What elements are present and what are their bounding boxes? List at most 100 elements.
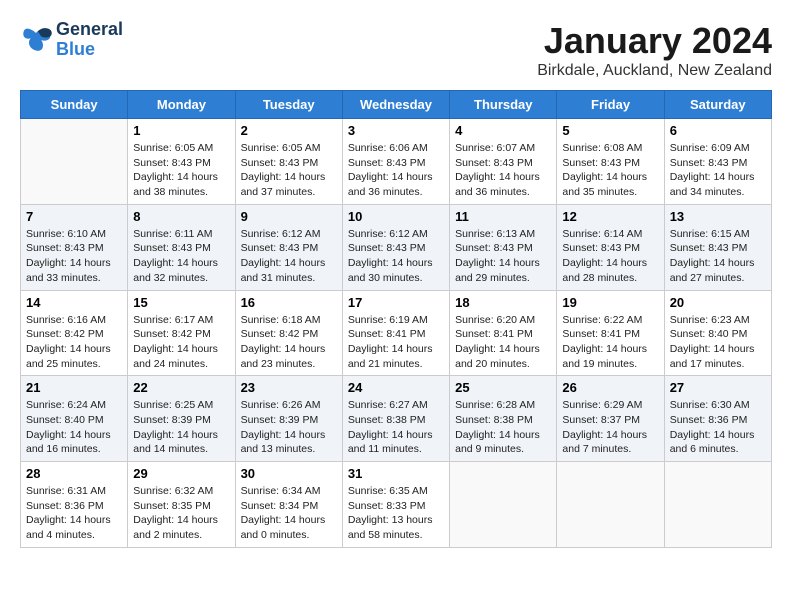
calendar-day-cell: 14 Sunrise: 6:16 AM Sunset: 8:42 PM Dayli… xyxy=(21,290,128,376)
day-number: 22 xyxy=(133,380,229,395)
day-number: 4 xyxy=(455,123,551,138)
day-number: 14 xyxy=(26,295,122,310)
day-info: Sunrise: 6:19 AM Sunset: 8:41 PM Dayligh… xyxy=(348,313,444,372)
day-info: Sunrise: 6:16 AM Sunset: 8:42 PM Dayligh… xyxy=(26,313,122,372)
calendar-day-cell: 10 Sunrise: 6:12 AM Sunset: 8:43 PM Dayli… xyxy=(342,204,449,290)
day-number: 6 xyxy=(670,123,766,138)
day-number: 3 xyxy=(348,123,444,138)
calendar-day-cell: 6Sunrise: 6:09 AM Sunset: 8:43 PM Daylig… xyxy=(664,119,771,205)
calendar-day-cell: 19 Sunrise: 6:22 AM Sunset: 8:41 PM Dayli… xyxy=(557,290,664,376)
day-number: 19 xyxy=(562,295,658,310)
day-info: Sunrise: 6:10 AM Sunset: 8:43 PM Dayligh… xyxy=(26,227,122,286)
day-number: 31 xyxy=(348,466,444,481)
day-info: Sunrise: 6:12 AM Sunset: 8:43 PM Dayligh… xyxy=(348,227,444,286)
calendar-day-cell: 22Sunrise: 6:25 AM Sunset: 8:39 PM Dayli… xyxy=(128,376,235,462)
calendar-day-cell: 9Sunrise: 6:12 AM Sunset: 8:43 PM Daylig… xyxy=(235,204,342,290)
calendar-day-cell xyxy=(21,119,128,205)
day-info: Sunrise: 6:34 AM Sunset: 8:34 PM Dayligh… xyxy=(241,484,337,543)
day-info: Sunrise: 6:28 AM Sunset: 8:38 PM Dayligh… xyxy=(455,398,551,457)
calendar-day-cell: 1 Sunrise: 6:05 AM Sunset: 8:43 PM Daylig… xyxy=(128,119,235,205)
calendar-day-cell xyxy=(557,462,664,548)
calendar-day-cell: 26Sunrise: 6:29 AM Sunset: 8:37 PM Dayli… xyxy=(557,376,664,462)
day-number: 1 xyxy=(133,123,229,138)
calendar-day-cell: 11 Sunrise: 6:13 AM Sunset: 8:43 PM Dayli… xyxy=(450,204,557,290)
location: Birkdale, Auckland, New Zealand xyxy=(537,62,772,80)
day-info: Sunrise: 6:05 AM Sunset: 8:43 PM Dayligh… xyxy=(133,141,229,200)
calendar-day-cell: 3 Sunrise: 6:06 AM Sunset: 8:43 PM Daylig… xyxy=(342,119,449,205)
day-info: Sunrise: 6:13 AM Sunset: 8:43 PM Dayligh… xyxy=(455,227,551,286)
day-number: 8 xyxy=(133,209,229,224)
day-number: 12 xyxy=(562,209,658,224)
day-info: Sunrise: 6:08 AM Sunset: 8:43 PM Dayligh… xyxy=(562,141,658,200)
title-block: January 2024 Birkdale, Auckland, New Zea… xyxy=(537,20,772,80)
day-info: Sunrise: 6:05 AM Sunset: 8:43 PM Dayligh… xyxy=(241,141,337,200)
calendar-day-cell: 7 Sunrise: 6:10 AM Sunset: 8:43 PM Daylig… xyxy=(21,204,128,290)
calendar-day-cell: 5Sunrise: 6:08 AM Sunset: 8:43 PM Daylig… xyxy=(557,119,664,205)
day-number: 16 xyxy=(241,295,337,310)
calendar-day-cell: 13 Sunrise: 6:15 AM Sunset: 8:43 PM Dayli… xyxy=(664,204,771,290)
day-number: 18 xyxy=(455,295,551,310)
day-number: 13 xyxy=(670,209,766,224)
day-info: Sunrise: 6:15 AM Sunset: 8:43 PM Dayligh… xyxy=(670,227,766,286)
day-info: Sunrise: 6:14 AM Sunset: 8:43 PM Dayligh… xyxy=(562,227,658,286)
calendar-week-row: 21Sunrise: 6:24 AM Sunset: 8:40 PM Dayli… xyxy=(21,376,772,462)
calendar-day-cell xyxy=(450,462,557,548)
day-number: 17 xyxy=(348,295,444,310)
day-number: 30 xyxy=(241,466,337,481)
calendar-day-header: Tuesday xyxy=(235,91,342,119)
day-info: Sunrise: 6:31 AM Sunset: 8:36 PM Dayligh… xyxy=(26,484,122,543)
day-info: Sunrise: 6:23 AM Sunset: 8:40 PM Dayligh… xyxy=(670,313,766,372)
day-number: 28 xyxy=(26,466,122,481)
calendar-day-cell: 24 Sunrise: 6:27 AM Sunset: 8:38 PM Dayli… xyxy=(342,376,449,462)
day-info: Sunrise: 6:22 AM Sunset: 8:41 PM Dayligh… xyxy=(562,313,658,372)
calendar-day-cell: 31 Sunrise: 6:35 AM Sunset: 8:33 PM Dayli… xyxy=(342,462,449,548)
day-number: 11 xyxy=(455,209,551,224)
calendar-week-row: 28 Sunrise: 6:31 AM Sunset: 8:36 PM Dayli… xyxy=(21,462,772,548)
day-number: 26 xyxy=(562,380,658,395)
calendar-day-cell: 21Sunrise: 6:24 AM Sunset: 8:40 PM Dayli… xyxy=(21,376,128,462)
day-info: Sunrise: 6:27 AM Sunset: 8:38 PM Dayligh… xyxy=(348,398,444,457)
calendar-day-cell xyxy=(664,462,771,548)
calendar-day-cell: 29 Sunrise: 6:32 AM Sunset: 8:35 PM Dayli… xyxy=(128,462,235,548)
calendar-day-header: Saturday xyxy=(664,91,771,119)
logo-text: General Blue xyxy=(56,20,123,60)
calendar-day-cell: 4Sunrise: 6:07 AM Sunset: 8:43 PM Daylig… xyxy=(450,119,557,205)
logo-icon xyxy=(20,26,52,54)
day-info: Sunrise: 6:06 AM Sunset: 8:43 PM Dayligh… xyxy=(348,141,444,200)
day-info: Sunrise: 6:24 AM Sunset: 8:40 PM Dayligh… xyxy=(26,398,122,457)
page-header: General Blue January 2024 Birkdale, Auck… xyxy=(20,20,772,80)
calendar-header-row: SundayMondayTuesdayWednesdayThursdayFrid… xyxy=(21,91,772,119)
day-number: 10 xyxy=(348,209,444,224)
calendar-day-header: Sunday xyxy=(21,91,128,119)
calendar-day-cell: 25 Sunrise: 6:28 AM Sunset: 8:38 PM Dayli… xyxy=(450,376,557,462)
day-info: Sunrise: 6:26 AM Sunset: 8:39 PM Dayligh… xyxy=(241,398,337,457)
day-number: 23 xyxy=(241,380,337,395)
calendar-day-cell: 2Sunrise: 6:05 AM Sunset: 8:43 PM Daylig… xyxy=(235,119,342,205)
calendar-day-header: Wednesday xyxy=(342,91,449,119)
calendar-day-cell: 8Sunrise: 6:11 AM Sunset: 8:43 PM Daylig… xyxy=(128,204,235,290)
logo: General Blue xyxy=(20,20,123,60)
day-info: Sunrise: 6:17 AM Sunset: 8:42 PM Dayligh… xyxy=(133,313,229,372)
calendar-day-header: Thursday xyxy=(450,91,557,119)
calendar-table: SundayMondayTuesdayWednesdayThursdayFrid… xyxy=(20,90,772,548)
calendar-day-cell: 17 Sunrise: 6:19 AM Sunset: 8:41 PM Dayli… xyxy=(342,290,449,376)
calendar-day-cell: 18 Sunrise: 6:20 AM Sunset: 8:41 PM Dayli… xyxy=(450,290,557,376)
day-info: Sunrise: 6:35 AM Sunset: 8:33 PM Dayligh… xyxy=(348,484,444,543)
day-number: 25 xyxy=(455,380,551,395)
calendar-day-header: Friday xyxy=(557,91,664,119)
calendar-day-cell: 23 Sunrise: 6:26 AM Sunset: 8:39 PM Dayli… xyxy=(235,376,342,462)
day-number: 24 xyxy=(348,380,444,395)
day-number: 20 xyxy=(670,295,766,310)
day-info: Sunrise: 6:32 AM Sunset: 8:35 PM Dayligh… xyxy=(133,484,229,543)
day-info: Sunrise: 6:20 AM Sunset: 8:41 PM Dayligh… xyxy=(455,313,551,372)
day-number: 7 xyxy=(26,209,122,224)
calendar-day-header: Monday xyxy=(128,91,235,119)
calendar-day-cell: 27Sunrise: 6:30 AM Sunset: 8:36 PM Dayli… xyxy=(664,376,771,462)
calendar-day-cell: 16Sunrise: 6:18 AM Sunset: 8:42 PM Dayli… xyxy=(235,290,342,376)
day-number: 29 xyxy=(133,466,229,481)
calendar-day-cell: 28 Sunrise: 6:31 AM Sunset: 8:36 PM Dayli… xyxy=(21,462,128,548)
calendar-day-cell: 15 Sunrise: 6:17 AM Sunset: 8:42 PM Dayli… xyxy=(128,290,235,376)
calendar-day-cell: 12 Sunrise: 6:14 AM Sunset: 8:43 PM Dayli… xyxy=(557,204,664,290)
calendar-day-cell: 20 Sunrise: 6:23 AM Sunset: 8:40 PM Dayli… xyxy=(664,290,771,376)
day-number: 15 xyxy=(133,295,229,310)
